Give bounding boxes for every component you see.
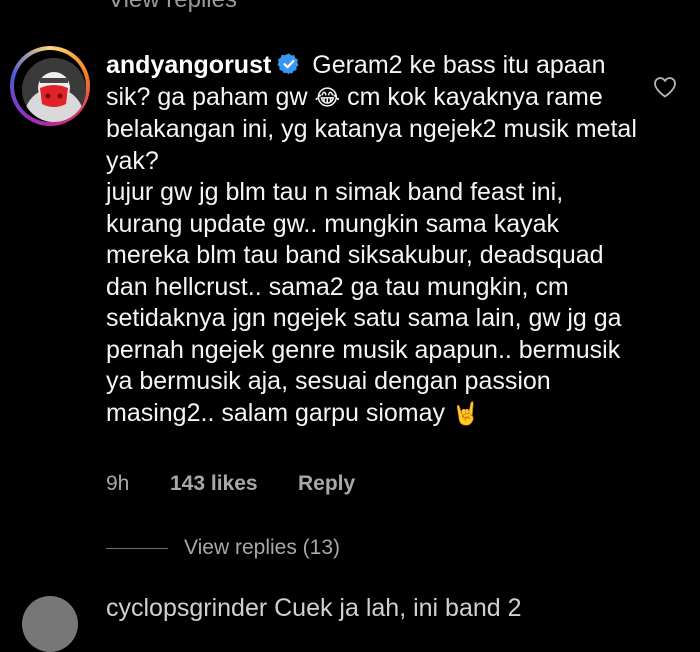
view-replies-label: View replies (13)	[184, 536, 341, 559]
reply-button[interactable]: Reply	[298, 472, 355, 496]
next-comment-avatar[interactable]	[22, 596, 78, 652]
horns-emoji-icon: 🤘	[451, 401, 480, 427]
divider-line	[106, 547, 168, 549]
laughing-emoji-icon: 😂	[314, 85, 341, 111]
avatar[interactable]	[22, 58, 86, 122]
avatar-image	[22, 58, 86, 122]
comment-text-part3: jujur gw jg blm tau n simak band feast i…	[106, 178, 622, 427]
comment-text: andyangorust Geram2 ke bass itu apaan si…	[106, 50, 646, 430]
comment-meta: 9h 143 likes Reply	[106, 472, 355, 496]
likes-count[interactable]: 143 likes	[170, 472, 298, 496]
username[interactable]: andyangorust	[106, 51, 271, 79]
previous-comment-view-replies[interactable]: View replies	[108, 0, 237, 14]
story-ring[interactable]	[10, 46, 90, 126]
heart-outline-icon[interactable]	[653, 76, 677, 98]
view-replies-button[interactable]: View replies (13)	[106, 536, 340, 560]
comment-time: 9h	[106, 472, 130, 495]
verified-badge-icon	[277, 53, 299, 75]
